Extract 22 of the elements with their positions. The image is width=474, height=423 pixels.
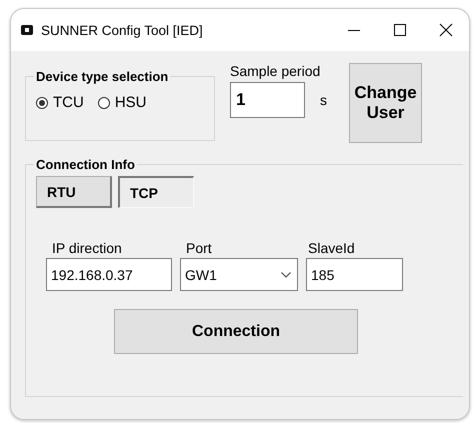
slave-id-field[interactable]: 185 bbox=[306, 258, 403, 291]
app-icon bbox=[21, 25, 33, 35]
field-label: Port bbox=[185, 240, 213, 256]
group-title: Connection Info bbox=[35, 157, 136, 172]
sample-period-field[interactable]: 1 bbox=[230, 82, 305, 118]
field-label: IP direction bbox=[51, 240, 123, 256]
mode-toggle-button[interactable]: RTU bbox=[36, 176, 112, 208]
radio-option[interactable]: TCU bbox=[36, 94, 84, 111]
field-label: SlaveId bbox=[307, 240, 356, 256]
maximize-icon bbox=[393, 23, 407, 37]
field-label: Sample period bbox=[230, 63, 322, 79]
chevron-icon bbox=[281, 272, 291, 278]
connection-button[interactable]: Connection bbox=[114, 309, 358, 354]
close-icon bbox=[439, 23, 453, 37]
ip-field[interactable]: 192.168.0.37 bbox=[46, 258, 172, 291]
port-dropdown[interactable]: GW1 bbox=[180, 258, 298, 291]
change-user-button[interactable]: Change User bbox=[349, 63, 422, 143]
unit-label: s bbox=[320, 92, 327, 108]
group-title: Device type selection bbox=[35, 69, 170, 84]
mode-toggle-button[interactable]: TCP bbox=[118, 176, 194, 208]
window-title: SUNNER Config Tool [IED] bbox=[41, 22, 204, 38]
radio-option[interactable]: HSU bbox=[98, 94, 146, 111]
